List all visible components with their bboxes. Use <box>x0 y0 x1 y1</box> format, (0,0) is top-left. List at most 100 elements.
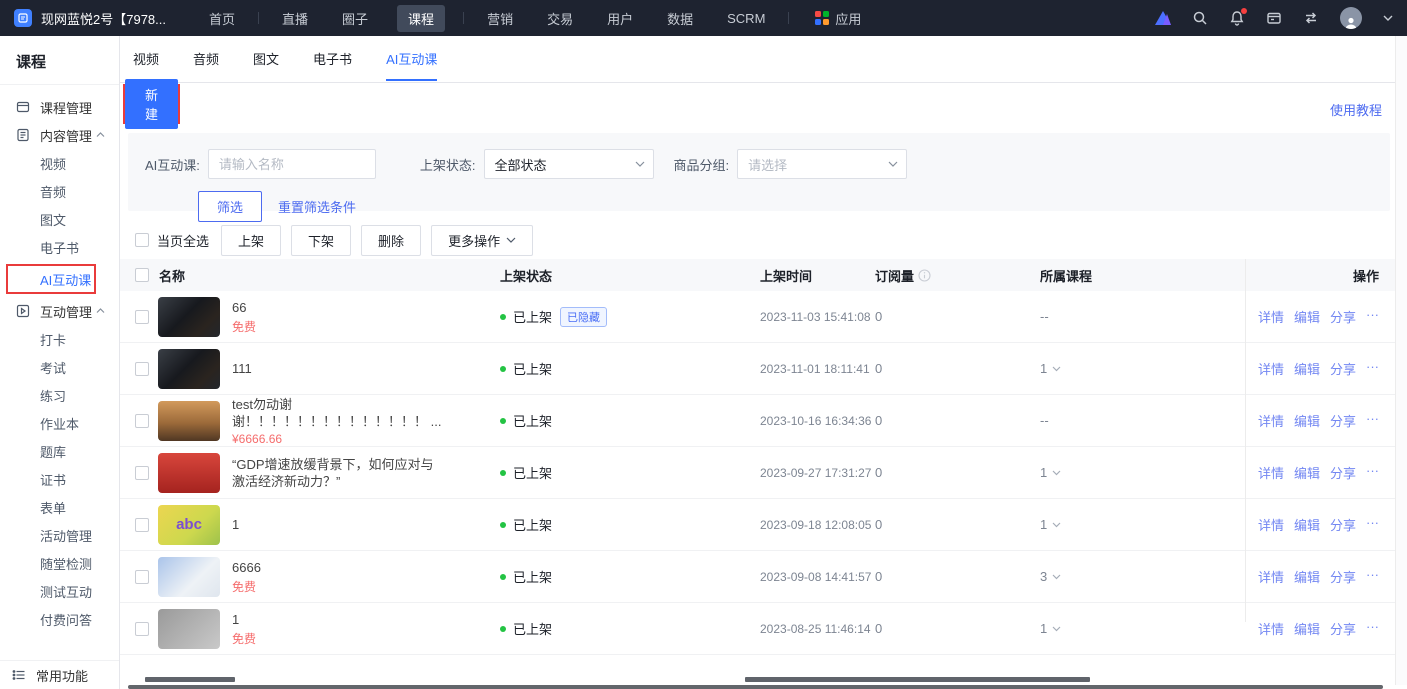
sidebar-item-course-mgmt[interactable]: 课程管理 <box>0 93 119 121</box>
filter-button[interactable]: 筛选 <box>198 191 262 222</box>
sidebar-item-video[interactable]: 视频 <box>0 149 119 177</box>
name-search-input[interactable] <box>208 149 376 179</box>
sidebar-item-checkin[interactable]: 打卡 <box>0 325 119 353</box>
nav-item-trade[interactable]: 交易 <box>547 9 573 28</box>
course-name[interactable]: 6666 <box>232 559 261 576</box>
row-checkbox[interactable] <box>135 570 149 584</box>
tab-ebook[interactable]: 电子书 <box>313 49 352 81</box>
sidebar-item-audio[interactable]: 音频 <box>0 177 119 205</box>
header-checkbox[interactable] <box>135 268 149 282</box>
detail-link[interactable]: 详情 <box>1258 515 1284 534</box>
more-ops-link[interactable]: ··· <box>1366 463 1379 482</box>
sidebar-item-question-bank[interactable]: 题库 <box>0 437 119 465</box>
sidebar-item-article[interactable]: 图文 <box>0 205 119 233</box>
delete-button[interactable]: 删除 <box>361 225 421 256</box>
more-ops-link[interactable]: ··· <box>1366 619 1379 638</box>
status-select[interactable]: 全部状态 <box>484 149 654 179</box>
info-icon[interactable] <box>918 269 931 282</box>
sidebar-item-test-interact[interactable]: 测试互动 <box>0 577 119 605</box>
more-actions-button[interactable]: 更多操作 <box>431 225 533 256</box>
reset-filters-link[interactable]: 重置筛选条件 <box>278 197 356 216</box>
share-link[interactable]: 分享 <box>1330 515 1356 534</box>
app-logo-icon[interactable] <box>14 9 32 27</box>
sidebar-item-workbook[interactable]: 作业本 <box>0 409 119 437</box>
sidebar-item-interact-mgmt[interactable]: 互动管理 <box>0 297 119 325</box>
edit-link[interactable]: 编辑 <box>1294 411 1320 430</box>
edit-link[interactable]: 编辑 <box>1294 567 1320 586</box>
sidebar-item-ai-course[interactable]: AI互动课 <box>8 270 91 289</box>
sidebar-item-quiz[interactable]: 随堂检测 <box>0 549 119 577</box>
new-button[interactable]: 新建 <box>125 79 178 129</box>
row-checkbox[interactable] <box>135 362 149 376</box>
detail-link[interactable]: 详情 <box>1258 619 1284 638</box>
sidebar-item-certificate[interactable]: 证书 <box>0 465 119 493</box>
chevron-down-icon[interactable] <box>1052 626 1061 632</box>
sidebar-item-paid-qa[interactable]: 付费问答 <box>0 605 119 633</box>
sidebar-item-form[interactable]: 表单 <box>0 493 119 521</box>
course-name[interactable]: 111 <box>232 360 252 377</box>
chevron-down-icon[interactable] <box>1052 522 1061 528</box>
chevron-down-icon[interactable] <box>1052 574 1061 580</box>
detail-link[interactable]: 详情 <box>1258 463 1284 482</box>
more-ops-link[interactable]: ··· <box>1366 567 1379 586</box>
unpublish-button[interactable]: 下架 <box>291 225 351 256</box>
edit-link[interactable]: 编辑 <box>1294 515 1320 534</box>
nav-item-user[interactable]: 用户 <box>607 9 633 28</box>
row-checkbox[interactable] <box>135 310 149 324</box>
row-checkbox[interactable] <box>135 414 149 428</box>
sidebar-item-common-functions[interactable]: 常用功能 <box>0 661 119 689</box>
detail-link[interactable]: 详情 <box>1258 411 1284 430</box>
more-ops-link[interactable]: ··· <box>1366 515 1379 534</box>
course-name[interactable]: 1 <box>232 516 239 533</box>
share-link[interactable]: 分享 <box>1330 359 1356 378</box>
brand-triangle-icon[interactable] <box>1155 11 1171 25</box>
chevron-up-icon[interactable] <box>96 308 105 314</box>
course-name[interactable]: 1 <box>232 611 256 628</box>
edit-link[interactable]: 编辑 <box>1294 307 1320 326</box>
nav-item-circle[interactable]: 圈子 <box>342 9 368 28</box>
tab-video[interactable]: 视频 <box>133 49 159 81</box>
nav-item-data[interactable]: 数据 <box>667 9 693 28</box>
tab-audio[interactable]: 音频 <box>193 49 219 81</box>
detail-link[interactable]: 详情 <box>1258 567 1284 586</box>
select-all-checkbox[interactable] <box>135 233 149 247</box>
share-link[interactable]: 分享 <box>1330 567 1356 586</box>
wallet-icon[interactable] <box>1266 10 1282 26</box>
horizontal-scrollbar[interactable] <box>120 685 1407 689</box>
nav-item-home[interactable]: 首页 <box>209 9 235 28</box>
vertical-scrollbar[interactable] <box>1395 36 1407 689</box>
row-checkbox[interactable] <box>135 518 149 532</box>
switch-icon[interactable] <box>1303 10 1319 26</box>
edit-link[interactable]: 编辑 <box>1294 359 1320 378</box>
share-link[interactable]: 分享 <box>1330 307 1356 326</box>
chevron-down-icon[interactable] <box>1052 366 1061 372</box>
edit-link[interactable]: 编辑 <box>1294 463 1320 482</box>
publish-button[interactable]: 上架 <box>221 225 281 256</box>
share-link[interactable]: 分享 <box>1330 619 1356 638</box>
nav-item-live[interactable]: 直播 <box>282 9 308 28</box>
account-chevron-down-icon[interactable] <box>1383 15 1393 21</box>
nav-item-marketing[interactable]: 营销 <box>487 9 513 28</box>
tab-article[interactable]: 图文 <box>253 49 279 81</box>
edit-link[interactable]: 编辑 <box>1294 619 1320 638</box>
more-ops-link[interactable]: ··· <box>1366 359 1379 378</box>
tutorial-link[interactable]: 使用教程 <box>1330 100 1382 119</box>
chevron-up-icon[interactable] <box>96 132 105 138</box>
detail-link[interactable]: 详情 <box>1258 307 1284 326</box>
chevron-down-icon[interactable] <box>1052 470 1061 476</box>
sidebar-item-activity-mgmt[interactable]: 活动管理 <box>0 521 119 549</box>
search-icon[interactable] <box>1192 10 1208 26</box>
tab-ai-course[interactable]: AI互动课 <box>386 49 437 81</box>
sidebar-item-content-mgmt[interactable]: 内容管理 <box>0 121 119 149</box>
share-link[interactable]: 分享 <box>1330 411 1356 430</box>
course-name[interactable]: “GDP增速放缓背景下，如何应对与 激活经济新动力？” <box>232 456 434 490</box>
nav-item-apps[interactable]: 应用 <box>815 9 861 28</box>
avatar[interactable] <box>1340 7 1362 29</box>
detail-link[interactable]: 详情 <box>1258 359 1284 378</box>
horizontal-scrollbar-thumb[interactable] <box>128 685 1383 689</box>
course-name[interactable]: 66 <box>232 299 256 316</box>
sidebar-item-practice[interactable]: 练习 <box>0 381 119 409</box>
course-name[interactable]: test勿动谢 谢！！！！！！！！！！！！！！ ... <box>232 396 441 430</box>
group-select[interactable]: 请选择 <box>737 149 907 179</box>
more-ops-link[interactable]: ··· <box>1366 411 1379 430</box>
